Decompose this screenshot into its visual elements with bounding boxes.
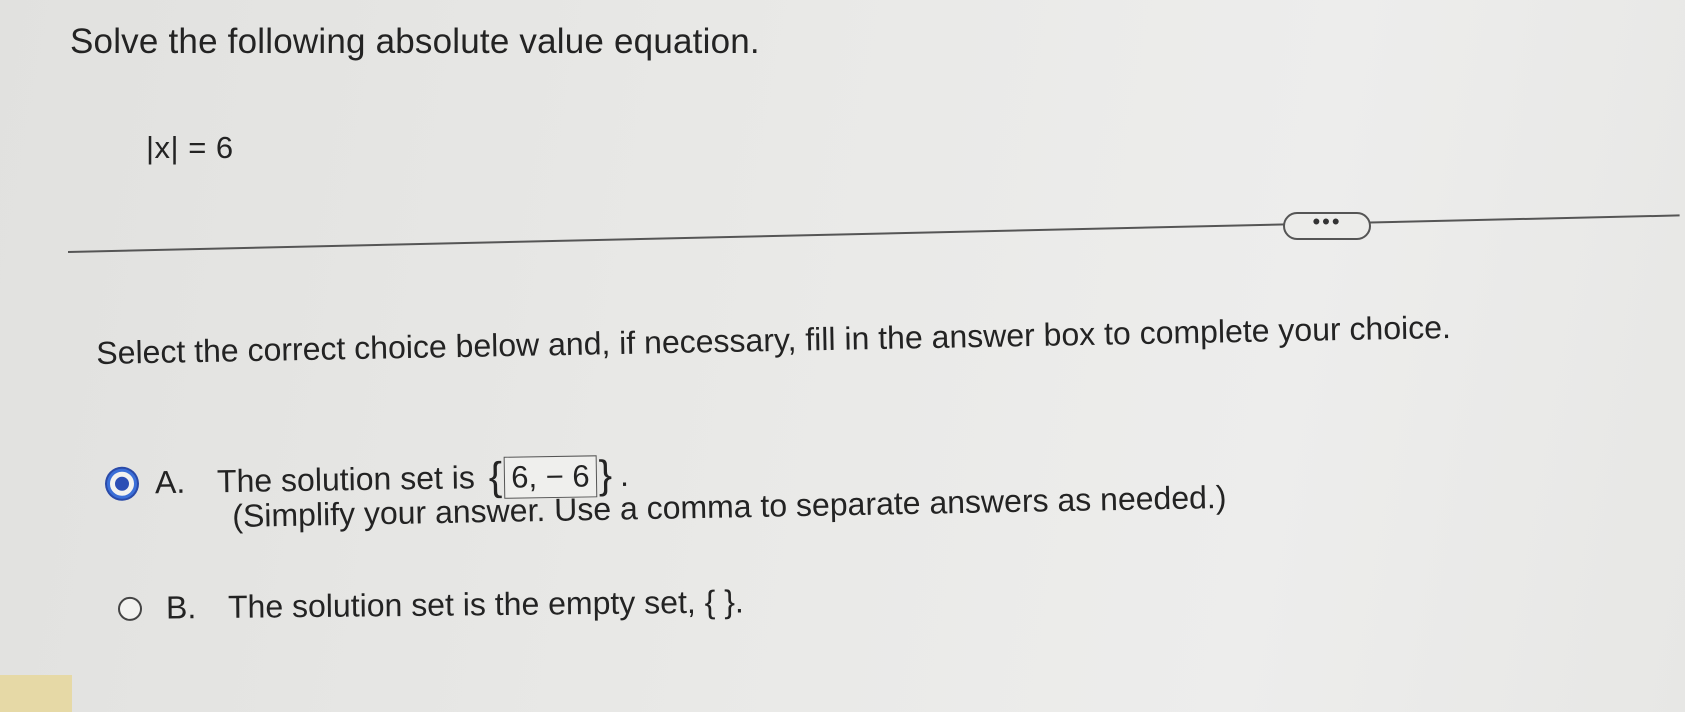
period: . <box>619 456 630 493</box>
choice-a-letter: A. <box>154 463 186 501</box>
radio-selected-icon[interactable] <box>106 468 138 499</box>
left-edge-strip <box>0 675 72 712</box>
choice-b-letter: B. <box>165 589 197 626</box>
equation: |x| = 6 <box>146 130 234 165</box>
choice-b-text: The solution set is the empty set, { }. <box>227 583 744 625</box>
radio-dot <box>114 476 130 491</box>
radio-unselected-icon[interactable] <box>117 596 143 621</box>
choice-b[interactable]: B. The solution set is the empty set, { … <box>117 583 744 627</box>
instructions-text: Select the correct choice below and, if … <box>96 308 1452 371</box>
divider-line <box>68 214 1680 253</box>
more-button[interactable]: ••• <box>1283 211 1371 240</box>
question-title: Solve the following absolute value equat… <box>70 22 760 61</box>
